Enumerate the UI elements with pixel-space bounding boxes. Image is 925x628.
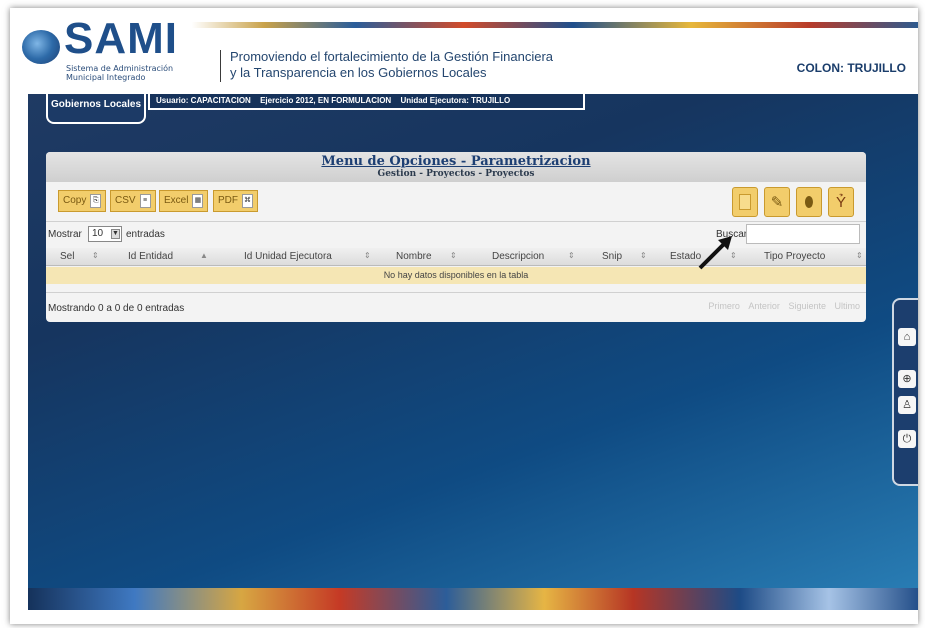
session-unit: Unidad Ejecutora: TRUJILLO xyxy=(400,96,511,105)
sort-asc-icon: ▲ xyxy=(200,251,208,260)
delete-record-button[interactable]: ⬮ xyxy=(796,187,822,217)
column-header-tipo-proyecto[interactable]: Tipo Proyecto ⇕ xyxy=(764,251,863,262)
column-header-id-entidad[interactable]: Id Entidad ▲ xyxy=(128,251,208,262)
copy-label: Copy xyxy=(63,195,87,206)
table-footer: Mostrando 0 a 0 de 0 entradas Primero An… xyxy=(46,292,866,318)
table-header: Sel ⇕ Id Entidad ▲ Id Unidad Ejecutora ⇕ No… xyxy=(46,248,866,266)
table-toolbar: Copy ⎘ CSV ≡ Excel ▦ PDF ⌘ ✎ ⬮ Ỷ xyxy=(46,182,866,222)
logo-title: SAMI xyxy=(64,14,178,63)
table-controls: Mostrar 10 ▼ entradas Buscar: xyxy=(46,224,866,246)
pager-first[interactable]: Primero xyxy=(708,301,740,311)
side-shortcuts: ⌂ ⊕ ♙ ⏻ xyxy=(892,298,918,486)
csv-label: CSV xyxy=(115,195,136,206)
show-label: Mostrar xyxy=(48,229,82,240)
sort-icon: ⇕ xyxy=(450,251,457,260)
broom-icon: Ỷ xyxy=(835,193,846,211)
main-area: Gobiernos Locales Usuario: CAPACITACION … xyxy=(28,94,918,604)
pager-last[interactable]: Ultimo xyxy=(834,301,860,311)
sami-logo-icon xyxy=(22,30,60,64)
clean-button[interactable]: Ỷ xyxy=(828,187,854,217)
panel-subtitle: Gestion - Proyectos - Proyectos xyxy=(377,169,535,179)
new-record-button[interactable] xyxy=(732,187,758,217)
page-length-select[interactable]: 10 ▼ xyxy=(88,226,122,242)
edit-record-button[interactable]: ✎ xyxy=(764,187,790,217)
column-header-sel[interactable]: Sel ⇕ xyxy=(60,251,99,262)
nav-row: Gobiernos Locales Usuario: CAPACITACION … xyxy=(28,94,918,124)
header-divider xyxy=(220,50,221,82)
app-header: SAMI Sistema de Administración Municipal… xyxy=(10,8,918,94)
session-user: Usuario: CAPACITACION xyxy=(156,96,251,105)
annotation-arrow-icon xyxy=(698,236,732,270)
tab-gobiernos-locales[interactable]: Gobiernos Locales xyxy=(46,94,146,124)
entries-label: entradas xyxy=(126,229,165,240)
sort-icon: ⇕ xyxy=(640,251,647,260)
column-header-nombre[interactable]: Nombre ⇕ xyxy=(396,251,457,262)
sort-icon: ⇕ xyxy=(364,251,371,260)
excel-file-icon: ▦ xyxy=(192,194,204,208)
excel-label: Excel xyxy=(164,195,189,206)
user-icon[interactable]: ♙ xyxy=(898,396,916,414)
session-info-bar: Usuario: CAPACITACION Ejercicio 2012, EN… xyxy=(148,94,585,110)
pdf-file-icon: ⌘ xyxy=(242,194,253,208)
copy-icon: ⎘ xyxy=(90,194,102,208)
sort-icon: ⇕ xyxy=(92,251,99,260)
home-icon[interactable]: ⌂ xyxy=(898,328,916,346)
edit-pencil-icon: ✎ xyxy=(770,194,784,211)
sort-icon: ⇕ xyxy=(568,251,575,260)
empty-table-message: No hay datos disponibles en la tabla xyxy=(46,267,866,284)
eraser-icon: ⬮ xyxy=(804,193,814,211)
logo-subtitle-2: Municipal Integrado xyxy=(66,73,146,82)
column-header-descripcion[interactable]: Descripcion ⇕ xyxy=(492,251,575,262)
session-exercise: Ejercicio 2012, EN FORMULACION xyxy=(260,96,392,105)
pagination: Primero Anterior Siguiente Ultimo xyxy=(702,301,860,311)
pdf-button[interactable]: PDF ⌘ xyxy=(213,190,258,212)
chevron-down-icon: ▼ xyxy=(111,229,120,239)
panel-header: Menu de Opciones - Parametrizacion Gesti… xyxy=(46,152,866,182)
options-panel: Menu de Opciones - Parametrizacion Gesti… xyxy=(46,152,866,322)
pdf-label: PDF xyxy=(218,195,238,206)
panel-title: Menu de Opciones - Parametrizacion xyxy=(321,154,591,169)
logo-subtitle-1: Sistema de Administración xyxy=(66,64,174,73)
column-header-id-unidad-ejecutora[interactable]: Id Unidad Ejecutora ⇕ xyxy=(244,251,371,262)
power-icon[interactable]: ⏻ xyxy=(898,430,916,448)
sort-icon: ⇕ xyxy=(856,251,863,260)
csv-button[interactable]: CSV ≡ xyxy=(110,190,156,212)
page-length-value: 10 xyxy=(92,228,104,239)
pager-next[interactable]: Siguiente xyxy=(788,301,826,311)
excel-button[interactable]: Excel ▦ xyxy=(159,190,209,212)
copy-button[interactable]: Copy ⎘ xyxy=(58,190,107,212)
search-input[interactable] xyxy=(746,224,860,244)
tagline-line-1: Promoviendo el fortalecimiento de la Ges… xyxy=(230,49,554,64)
tagline-line-2: y la Transparencia en los Gobiernos Loca… xyxy=(230,65,487,80)
link-icon[interactable]: ⊕ xyxy=(898,370,916,388)
column-header-snip[interactable]: Snip ⇕ xyxy=(602,251,647,262)
new-document-icon xyxy=(739,194,751,210)
table-info: Mostrando 0 a 0 de 0 entradas xyxy=(48,303,185,314)
pager-previous[interactable]: Anterior xyxy=(748,301,780,311)
csv-file-icon: ≡ xyxy=(139,194,151,208)
screenshot-frame: SAMI Sistema de Administración Municipal… xyxy=(10,8,918,624)
footer-color-strip xyxy=(28,588,918,610)
municipio-label: COLON: TRUJILLO xyxy=(796,61,906,75)
